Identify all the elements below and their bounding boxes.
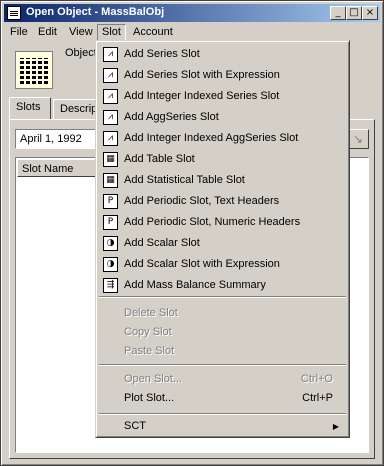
menu-item-stat-table[interactable]: ▦ Add Statistical Table Slot bbox=[98, 170, 347, 191]
window-title: Open Object - MassBalObj bbox=[26, 6, 165, 18]
menu-item-scalar[interactable]: ◑ Add Scalar Slot bbox=[98, 233, 347, 254]
menu-item-label: Add Integer Indexed Series Slot bbox=[124, 90, 280, 102]
close-button[interactable]: × bbox=[362, 6, 378, 20]
menu-separator bbox=[99, 364, 346, 366]
menu-item-label: Add Integer Indexed AggSeries Slot bbox=[124, 132, 299, 144]
plot-slot-item[interactable]: Plot Slot... Ctrl+P bbox=[98, 388, 347, 409]
series-icon: ⩘ bbox=[103, 47, 118, 62]
menu-edit[interactable]: Edit bbox=[34, 25, 61, 40]
menu-item-mass-balance[interactable]: ⇶ Add Mass Balance Summary bbox=[98, 275, 347, 296]
stat-table-icon: ▦ bbox=[103, 173, 118, 188]
menu-item-label: Add Statistical Table Slot bbox=[124, 174, 245, 186]
menu-item-label: Add Scalar Slot with Expression bbox=[124, 258, 280, 270]
app-icon bbox=[7, 6, 21, 20]
scalar-icon: ◑ bbox=[103, 236, 118, 251]
plot-slot-shortcut: Ctrl+P bbox=[302, 392, 333, 404]
menu-item-series-expr[interactable]: ⩘ Add Series Slot with Expression bbox=[98, 65, 347, 86]
menu-account[interactable]: Account bbox=[129, 25, 177, 40]
slot-dropdown-menu: ⩘ Add Series Slot ⩘ Add Series Slot with Ex… bbox=[95, 40, 350, 438]
menu-view[interactable]: View bbox=[65, 25, 97, 40]
integer-series-icon: ⩘ bbox=[103, 89, 118, 104]
menu-separator bbox=[99, 413, 346, 415]
arrow-button[interactable]: ↘ bbox=[347, 129, 369, 149]
menu-item-label: Add AggSeries Slot bbox=[124, 111, 219, 123]
menu-item-periodic-numeric[interactable]: P Add Periodic Slot, Numeric Headers bbox=[98, 212, 347, 233]
minimize-button[interactable]: _ bbox=[330, 6, 346, 20]
integer-aggseries-icon: ⩘ bbox=[103, 131, 118, 146]
menu-item-label: Add Scalar Slot bbox=[124, 237, 200, 249]
slot-name-column-header[interactable]: Slot Name bbox=[17, 159, 101, 177]
menu-item-label: Add Periodic Slot, Numeric Headers bbox=[124, 216, 301, 228]
menu-item-label: Add Mass Balance Summary bbox=[124, 279, 266, 291]
table-icon: ▦ bbox=[103, 152, 118, 167]
menu-item-scalar-expr[interactable]: ◑ Add Scalar Slot with Expression bbox=[98, 254, 347, 275]
menu-item-integer-aggseries[interactable]: ⩘ Add Integer Indexed AggSeries Slot bbox=[98, 128, 347, 149]
paste-slot-item[interactable]: Paste Slot bbox=[98, 341, 347, 362]
menu-item-table[interactable]: ▦ Add Table Slot bbox=[98, 149, 347, 170]
open-slot-item[interactable]: Open Slot... Ctrl+O bbox=[98, 369, 347, 390]
menu-item-integer-series[interactable]: ⩘ Add Integer Indexed Series Slot bbox=[98, 86, 347, 107]
periodic-numeric-icon: P bbox=[103, 215, 118, 230]
submenu-arrow-icon: ▶ bbox=[332, 422, 339, 431]
maximize-button[interactable]: □ bbox=[346, 6, 362, 20]
series-expr-icon: ⩘ bbox=[103, 68, 118, 83]
scalar-expr-icon: ◑ bbox=[103, 257, 118, 272]
mass-balance-icon: ⇶ bbox=[103, 278, 118, 293]
copy-slot-item[interactable]: Copy Slot bbox=[98, 322, 347, 343]
menu-item-series[interactable]: ⩘ Add Series Slot bbox=[98, 44, 347, 65]
menu-item-periodic-text[interactable]: P Add Periodic Slot, Text Headers bbox=[98, 191, 347, 212]
delete-slot-item[interactable]: Delete Slot bbox=[98, 303, 347, 324]
menu-file[interactable]: File bbox=[6, 25, 32, 40]
menu-item-label: Add Series Slot bbox=[124, 48, 200, 60]
tab-slots[interactable]: Slots bbox=[9, 97, 51, 119]
menu-item-label: Add Periodic Slot, Text Headers bbox=[124, 195, 280, 207]
title-bar[interactable]: Open Object - MassBalObj _ □ × bbox=[4, 4, 380, 22]
open-slot-shortcut: Ctrl+O bbox=[300, 373, 333, 385]
menu-item-label: Add Table Slot bbox=[124, 153, 195, 165]
menu-item-aggseries[interactable]: ⩘ Add AggSeries Slot bbox=[98, 107, 347, 128]
menu-slot[interactable]: Slot bbox=[97, 24, 126, 41]
periodic-text-icon: P bbox=[103, 194, 118, 209]
object-icon bbox=[15, 51, 53, 89]
sct-submenu-item[interactable]: SCT ▶ bbox=[98, 416, 347, 437]
aggseries-icon: ⩘ bbox=[103, 110, 118, 125]
menu-separator bbox=[99, 296, 346, 298]
object-label: Object bbox=[65, 47, 97, 59]
menu-item-label: Add Series Slot with Expression bbox=[124, 69, 280, 81]
